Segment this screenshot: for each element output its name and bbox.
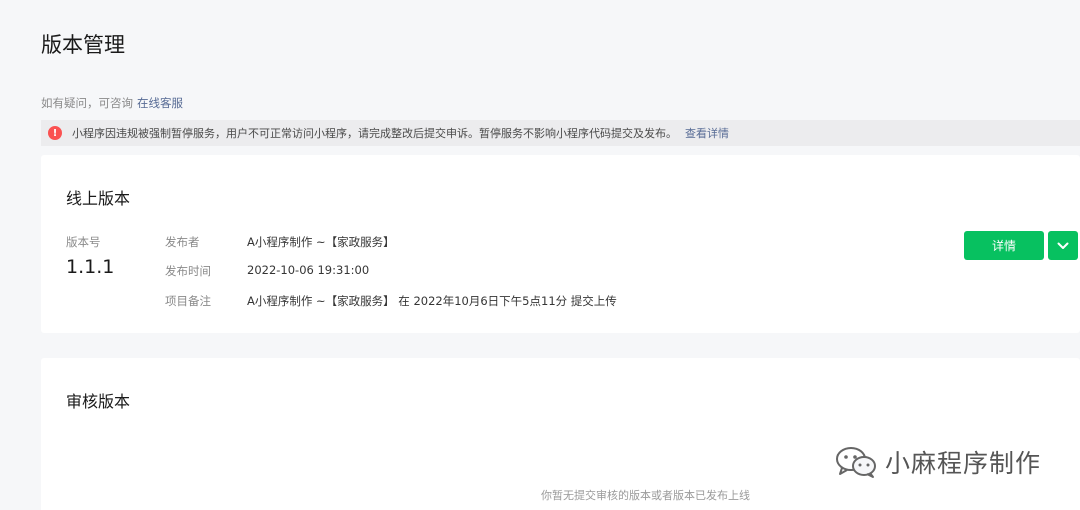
online-version-card: 线上版本 版本号 1.1.1 发布者 A小程序制作 ~【家政服务】 发布时间 2… <box>41 155 1080 333</box>
watermark-text: 小麻程序制作 <box>885 449 1042 478</box>
view-details-link[interactable]: 查看详情 <box>685 125 729 141</box>
publish-time-row: 发布时间 2022-10-06 19:31:00 <box>165 263 369 279</box>
project-note-label: 项目备注 <box>165 294 211 308</box>
alert-icon: ! <box>48 126 62 140</box>
publish-time-label: 发布时间 <box>165 264 211 278</box>
review-version-card: 审核版本 你暂无提交审核的版本或者版本已发布上线 <box>41 358 1080 510</box>
empty-review-text: 你暂无提交审核的版本或者版本已发布上线 <box>541 489 750 502</box>
online-support-link[interactable]: 在线客服 <box>137 96 183 110</box>
publisher-label: 发布者 <box>165 235 200 249</box>
version-number: 1.1.1 <box>66 256 115 278</box>
project-note-row: 项目备注 A小程序制作 ~【家政服务】 在 2022年10月6日下午5点11分 … <box>165 293 617 309</box>
project-note-value: A小程序制作 ~【家政服务】 在 2022年10月6日下午5点11分 提交上传 <box>247 294 617 308</box>
publisher-value: A小程序制作 ~【家政服务】 <box>247 235 395 249</box>
suspension-alert: ! 小程序因违规被强制暂停服务，用户不可正常访问小程序，请完成整改后提交申诉。暂… <box>41 120 1080 146</box>
chevron-down-icon <box>1057 242 1069 249</box>
help-prefix: 如有疑问，可咨询 <box>41 96 133 110</box>
watermark: 小麻程序制作 <box>835 444 1041 480</box>
online-version-title: 线上版本 <box>66 189 131 208</box>
detail-button[interactable]: 详情 <box>964 231 1044 260</box>
page-title: 版本管理 <box>41 33 125 57</box>
more-options-button[interactable] <box>1048 231 1078 260</box>
alert-text: 小程序因违规被强制暂停服务，用户不可正常访问小程序，请完成整改后提交申诉。暂停服… <box>72 127 677 140</box>
publish-time-value: 2022-10-06 19:31:00 <box>247 263 370 277</box>
wechat-icon <box>836 447 876 478</box>
review-version-title: 审核版本 <box>66 392 131 411</box>
version-number-label: 版本号 <box>66 235 101 249</box>
publisher-row: 发布者 A小程序制作 ~【家政服务】 <box>165 234 395 250</box>
help-line: 如有疑问，可咨询 在线客服 <box>41 95 183 111</box>
